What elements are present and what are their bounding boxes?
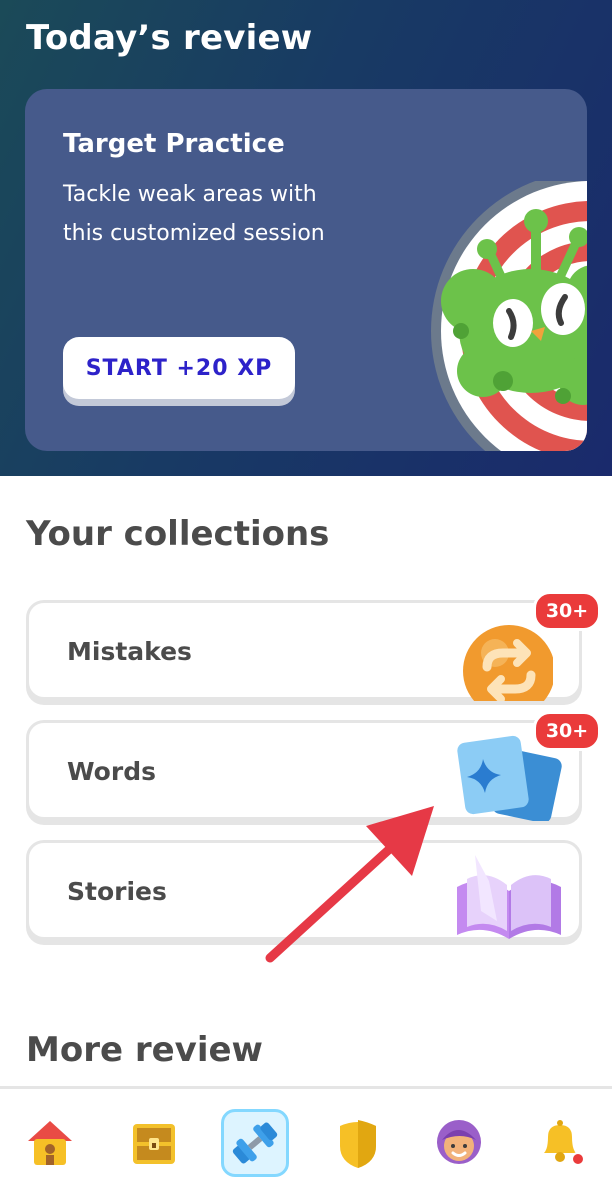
target-mascot-illustration [431,181,587,451]
refresh-icon [463,625,553,701]
target-practice-title: Target Practice [63,129,285,159]
section-title-more-review: More review [26,1030,263,1070]
bell-icon[interactable] [526,1109,594,1177]
dumbbell-icon[interactable] [221,1109,289,1177]
target-practice-card[interactable]: Target Practice Tackle weak areas with t… [25,89,587,451]
collection-label: Stories [67,877,167,906]
home-icon[interactable] [16,1109,84,1177]
annotation-arrow [265,806,434,963]
count-badge: 30+ [533,711,601,751]
count-badge: 30+ [533,591,601,631]
collection-mistakes[interactable]: Mistakes 30+ [26,591,601,701]
start-button[interactable]: START +20 XP [63,337,295,399]
bottom-navigation [0,1086,612,1203]
collection-label: Words [67,757,156,786]
open-book-icon [457,855,561,939]
target-practice-description: Tackle weak areas with this customized s… [63,182,325,246]
todays-review-section: Today’s review Target Practice Tackle we… [0,0,612,476]
shield-icon[interactable] [324,1109,392,1177]
section-title-todays-review: Today’s review [26,18,313,58]
section-title-your-collections: Your collections [26,514,330,554]
collection-label: Mistakes [67,637,192,666]
avatar-icon[interactable] [425,1109,493,1177]
chest-icon[interactable] [120,1109,188,1177]
